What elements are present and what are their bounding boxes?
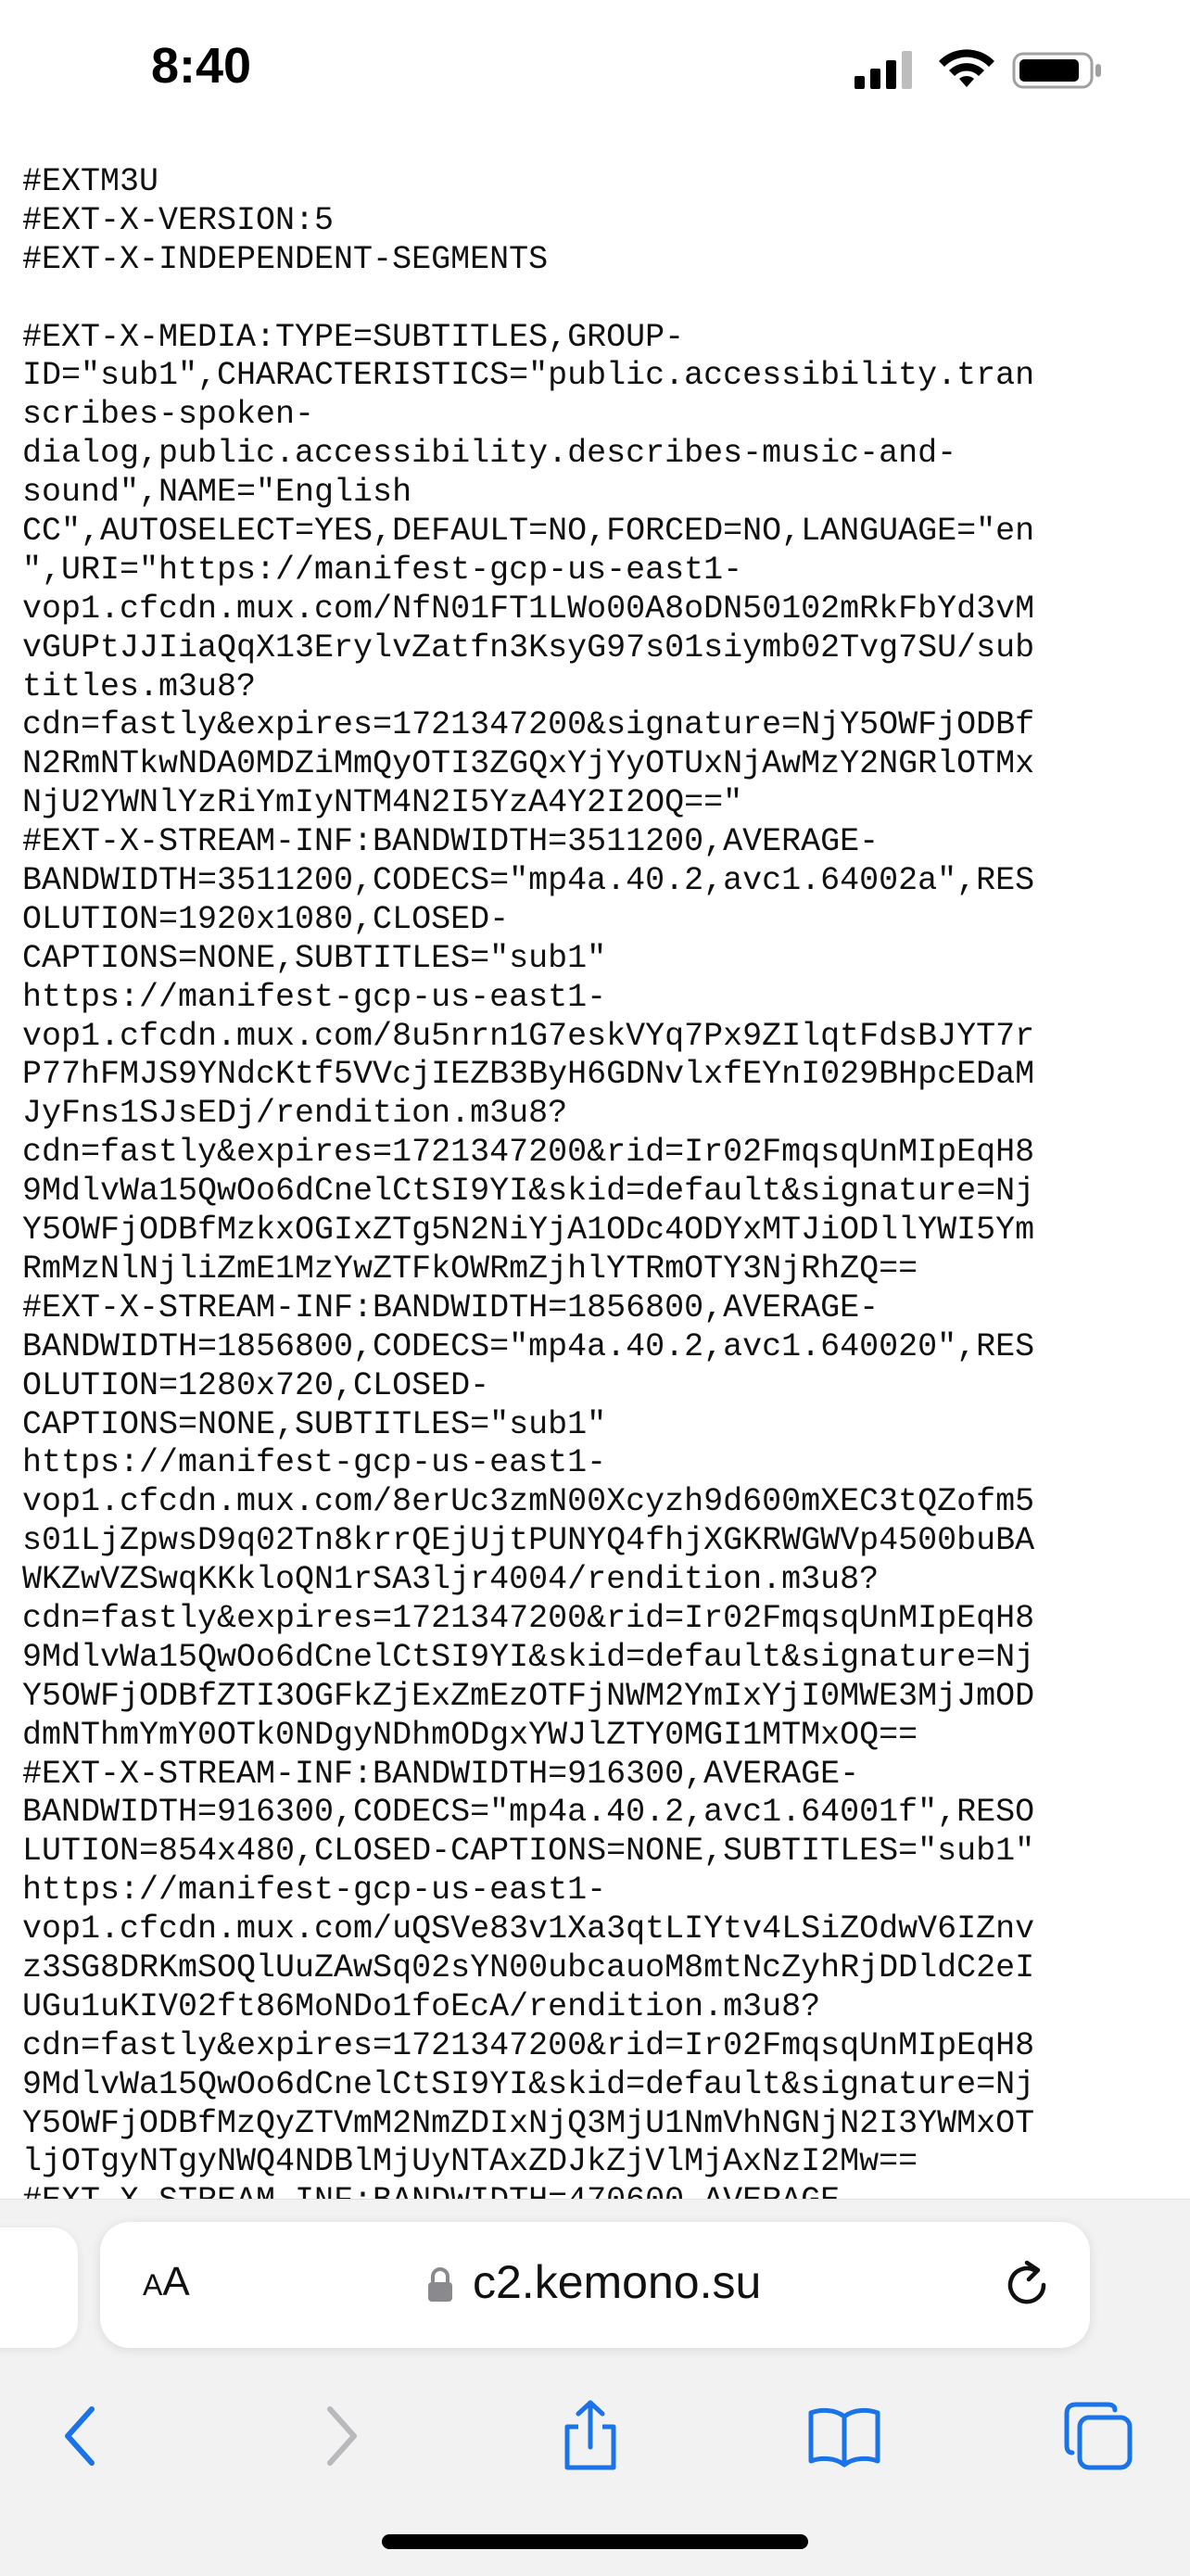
chevron-right-icon (327, 2406, 357, 2466)
document-line: #EXT-X-STREAM-INF:BANDWIDTH=1856800,AVER… (22, 1288, 880, 1326)
url-text[interactable]: c2.kemono.su (473, 2255, 761, 2309)
document-line: cdn=fastly&expires=1721347200&rid=Ir02Fm… (22, 1134, 1035, 1172)
document-line: CAPTIONS=NONE,SUBTITLES="sub1" (22, 1405, 607, 1443)
share-button[interactable] (539, 2385, 641, 2487)
document-line: P77hFMJS9YNdcKtf5VVcjIEZB3ByH6GDNvlxfEYn… (22, 1056, 1035, 1094)
lock-icon (428, 2267, 452, 2302)
document-line: ID="sub1",CHARACTERISTICS="public.access… (22, 357, 1035, 395)
document-line: 9MdlvWa15QwOo6dCnelCtSI9YI&skid=default&… (22, 1173, 1035, 1211)
tabs-button[interactable] (1047, 2385, 1149, 2487)
document-line: https://manifest-gcp-us-east1- (22, 978, 607, 1016)
cellular-signal-icon (855, 51, 912, 89)
document-line: #EXT-X-STREAM-INF:BANDWIDTH=3511200,AVER… (22, 823, 880, 861)
forward-button[interactable] (289, 2385, 391, 2487)
document-line: dmNThmYmY0OTk0NDgyNDhmODgxYWJlZTY0MGI1MT… (22, 1716, 918, 1754)
tabs-icon (1064, 2402, 1133, 2470)
document-line: JyFns1SJsEDj/rendition.m3u8? (22, 1095, 568, 1133)
document-line: z3SG8DRKmSOQlUuZAwSq02sYN00ubcauoM8mtNcZ… (22, 1948, 1035, 1986)
document-line: vop1.cfcdn.mux.com/uQSVe83v1Xa3qtLIYtv4L… (22, 1910, 1035, 1948)
document-line: 9MdlvWa15QwOo6dCnelCtSI9YI&skid=default&… (22, 1638, 1035, 1676)
status-icons (853, 48, 1103, 91)
document-line: #EXT-X-MEDIA:TYPE=SUBTITLES,GROUP- (22, 318, 685, 356)
back-button[interactable] (31, 2385, 133, 2487)
aa-small-glyph: A (143, 2268, 163, 2302)
document-line: BANDWIDTH=3511200,CODECS="mp4a.40.2,avc1… (22, 862, 1035, 900)
document-line: Y5OWFjODBfMzQyZTVmM2NmZDIxNjQ3MjU1NmVhNG… (22, 2104, 1035, 2142)
document-line: https://manifest-gcp-us-east1- (22, 1444, 607, 1482)
document-line: titles.m3u8? (22, 667, 257, 705)
document-line: dialog,public.accessibility.describes-mu… (22, 435, 957, 473)
bookmarks-button[interactable] (793, 2385, 895, 2487)
document-line: vGUPtJJIiaQqX13ErylvZatfn3KsyG97s01siymb… (22, 628, 1035, 666)
home-indicator (382, 2534, 808, 2549)
document-line: NjU2YWNlYzRiYmIyNTM4N2I5YzA4Y2I2OQ==" (22, 784, 743, 822)
document-line: ljOTgyNTgyNWQ4NDBlMjUyNTAxZDJkZjVlMjAxNz… (22, 2143, 918, 2181)
share-icon (564, 2400, 616, 2470)
document-line: N2RmNTkwNDA0MDZiMmQyOTI3ZGQxYjYyOTUxNjAw… (22, 745, 1035, 783)
document-line: OLUTION=1920x1080,CLOSED- (22, 900, 510, 938)
previous-tab-card[interactable] (0, 2227, 78, 2348)
document-line: ",URI="https://manifest-gcp-us-east1- (22, 551, 743, 589)
address-bar[interactable]: AA c2.kemono.su (100, 2222, 1090, 2348)
document-line: RmMzNlNjliZmE1MzYwZTFkOWRmZjhlYTRmOTY3Nj… (22, 1250, 918, 1288)
document-line: OLUTION=1280x720,CLOSED- (22, 1366, 490, 1404)
status-time: 8:40 (151, 38, 252, 94)
document-line: vop1.cfcdn.mux.com/8u5nrn1G7eskVYq7Px9ZI… (22, 1017, 1035, 1055)
document-line: #EXT-X-INDEPENDENT-SEGMENTS (22, 240, 549, 278)
document-line: #EXTM3U (22, 163, 159, 200)
browser-toolbar: AA c2.kemono.su (0, 2199, 1190, 2576)
nav-row (0, 2385, 1190, 2487)
document-line: https://manifest-gcp-us-east1- (22, 1872, 607, 1910)
document-line: vop1.cfcdn.mux.com/8erUc3zmN00Xcyzh9d600… (22, 1483, 1035, 1521)
book-icon (808, 2407, 880, 2468)
document-line: Y5OWFjODBfMzkxOGIxZTg5N2NiYjA1ODc4ODYxMT… (22, 1212, 1035, 1250)
document-line: vop1.cfcdn.mux.com/NfN01FT1LWo00A8oDN501… (22, 590, 1035, 628)
wifi-icon (939, 49, 994, 87)
document-line: #EXT-X-STREAM-INF:BANDWIDTH=916300,AVERA… (22, 1755, 860, 1793)
document-line: BANDWIDTH=916300,CODECS="mp4a.40.2,avc1.… (22, 1794, 1035, 1832)
document-line: WKZwVZSwqKKkloQN1rSA3ljr4004/rendition.m… (22, 1561, 880, 1599)
document-line: Y5OWFjODBfZTI3OGFkZjExZmEzOTFjNWM2YmIxYj… (22, 1677, 1035, 1715)
document-line: LUTION=854x480,CLOSED-CAPTIONS=NONE,SUBT… (22, 1833, 1035, 1871)
document-line: 9MdlvWa15QwOo6dCnelCtSI9YI&skid=default&… (22, 2065, 1035, 2103)
document-line: CAPTIONS=NONE,SUBTITLES="sub1" (22, 939, 607, 977)
status-bar: 8:40 (0, 0, 1190, 139)
document-line: cdn=fastly&expires=1721347200&rid=Ir02Fm… (22, 1599, 1035, 1637)
m3u8-document-text: #EXTM3U #EXT-X-VERSION:5 #EXT-X-INDEPENDEN… (22, 163, 1171, 2202)
document-line: BANDWIDTH=1856800,CODECS="mp4a.40.2,avc1… (22, 1327, 1035, 1365)
document-line: cdn=fastly&expires=1721347200&rid=Ir02Fm… (22, 2026, 1035, 2064)
reader-aa-button[interactable]: AA (143, 2259, 208, 2311)
document-line: CC",AUTOSELECT=YES,DEFAULT=NO,FORCED=NO,… (22, 513, 1035, 551)
battery-icon (1012, 52, 1101, 89)
aa-big-glyph: A (162, 2259, 190, 2304)
document-line: sound",NAME="English (22, 474, 412, 512)
document-line: scribes-spoken- (22, 396, 315, 434)
reload-icon[interactable] (1001, 2259, 1053, 2311)
document-line: cdn=fastly&expires=1721347200&signature=… (22, 706, 1035, 744)
document-line: UGu1uKIV02ft86MoNDo1foEcA/rendition.m3u8… (22, 1987, 821, 2025)
document-line (22, 280, 1171, 319)
document-line: s01LjZpwsD9q02Tn8krrQEjUjtPUNYQ4fhjXGKRW… (22, 1522, 1035, 1560)
chevron-left-icon (65, 2406, 95, 2466)
document-line: #EXT-X-VERSION:5 (22, 201, 335, 239)
